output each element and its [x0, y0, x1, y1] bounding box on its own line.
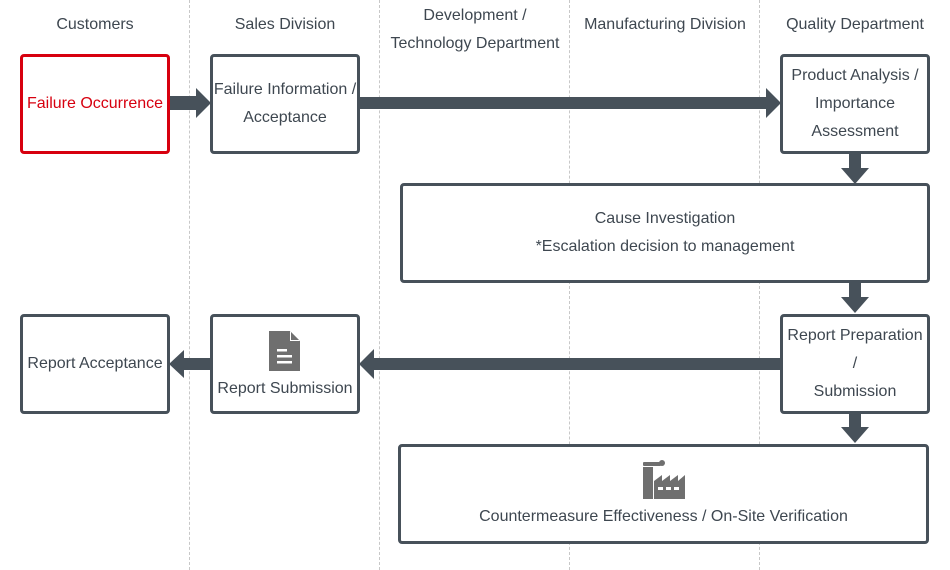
step-product-analysis[interactable]: Product Analysis / Importance Assessment: [780, 54, 930, 154]
step-note: *Escalation decision to management: [535, 238, 795, 255]
step-report-preparation[interactable]: Report Preparation / Submission: [780, 314, 930, 414]
arrow-left: [169, 350, 211, 378]
step-label-line2: Acceptance: [243, 109, 327, 126]
step-label-line1: Cause Investigation: [594, 210, 736, 227]
arrow-down: [841, 282, 869, 313]
step-label-line2: Submission: [813, 383, 897, 400]
step-label-line1: Product Analysis /: [791, 67, 919, 84]
step-countermeasure[interactable]: Countermeasure Effectiveness / On-Site V…: [398, 444, 929, 544]
step-failure-occurrence[interactable]: Failure Occurrence: [20, 54, 170, 154]
step-cause-investigation[interactable]: Cause Investigation *Escalation decision…: [400, 183, 930, 283]
arrow-down: [841, 153, 869, 184]
step-label-line3: Assessment: [811, 123, 899, 140]
step-label-line2: Importance: [814, 95, 896, 112]
step-label: Report Submission: [217, 380, 353, 397]
step-report-acceptance[interactable]: Report Acceptance: [20, 314, 170, 414]
arrow-down: [841, 412, 869, 443]
step-label: Countermeasure Effectiveness / On-Site V…: [479, 508, 848, 525]
step-label: Report Acceptance: [27, 355, 163, 372]
step-label-line1: Failure Information /: [213, 81, 357, 98]
step-label: Failure Occurrence: [26, 95, 164, 112]
step-label-line1: Report Preparation /: [787, 327, 923, 372]
arrow-right: [359, 88, 781, 118]
step-failure-information[interactable]: Failure Information / Acceptance: [210, 54, 360, 154]
arrow-right: [169, 88, 211, 118]
factory-icon: [642, 460, 685, 499]
document-icon: [269, 331, 300, 371]
step-report-submission[interactable]: Report Submission: [210, 314, 360, 414]
arrow-left: [359, 349, 781, 379]
